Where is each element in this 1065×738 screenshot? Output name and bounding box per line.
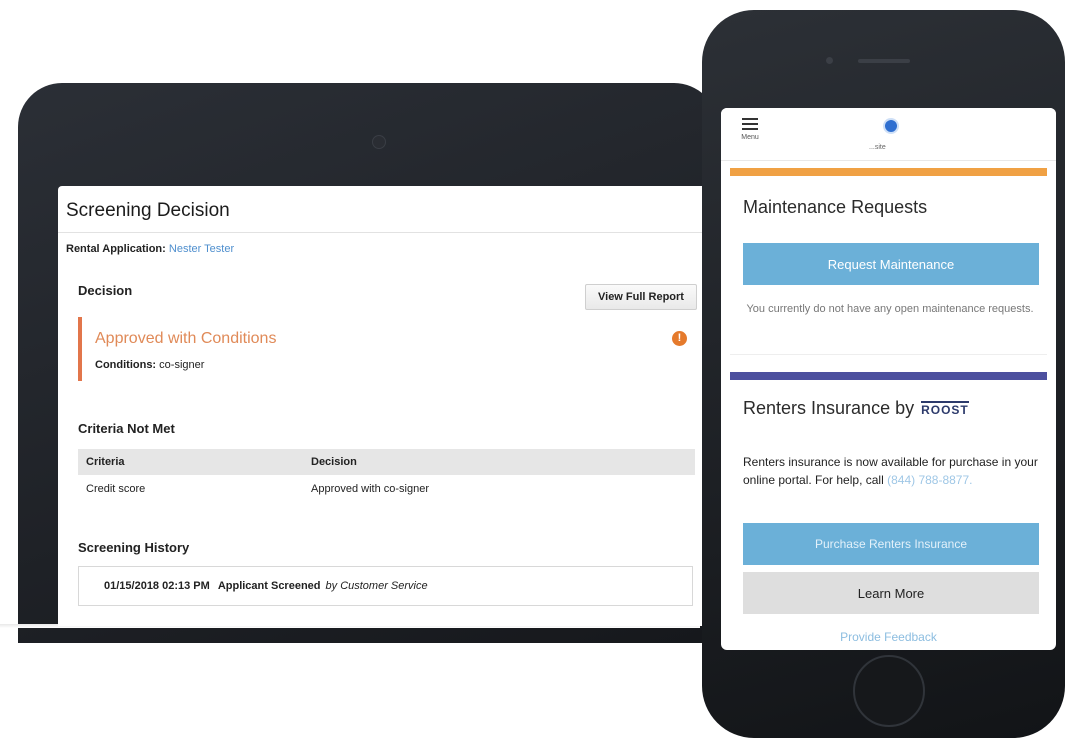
title-divider: [58, 232, 708, 233]
decision-card: Approved with Conditions Conditions: co-…: [78, 317, 692, 381]
tablet-screen: Screening Decision Rental Application: N…: [58, 186, 708, 626]
rental-application-label: Rental Application:: [66, 243, 166, 255]
conditions-line: Conditions: co-signer: [95, 359, 204, 371]
criteria-header-row: Criteria Decision: [78, 449, 695, 475]
menu-button[interactable]: Menu: [733, 116, 767, 152]
maintenance-accent-bar: [730, 168, 1047, 176]
history-action: Applicant Screened: [217, 580, 321, 592]
criteria-cell: Credit score: [86, 483, 146, 495]
menu-label: Menu: [741, 134, 759, 141]
hamburger-icon: [742, 118, 758, 133]
decision-cell: Approved with co-signer: [311, 483, 430, 495]
conditions-value: co-signer: [159, 359, 205, 371]
history-actor: by Customer Service: [325, 580, 428, 592]
phone-number-link[interactable]: (844) 788-8877.: [887, 473, 972, 487]
tablet-camera: [372, 135, 386, 149]
maintenance-title: Maintenance Requests: [743, 197, 928, 217]
provide-feedback-link[interactable]: Provide Feedback: [721, 630, 1056, 644]
app-header: Menu ...site: [721, 108, 1056, 160]
decision-heading: Decision: [78, 283, 133, 298]
insurance-title-text: Renters Insurance by: [743, 398, 915, 418]
phone-speaker: [858, 59, 910, 63]
rental-application-line: Rental Application: Nester Tester: [66, 243, 234, 255]
column-header-criteria: Criteria: [86, 456, 125, 468]
criteria-heading: Criteria Not Met: [78, 421, 175, 436]
history-entry: 01/15/2018 02:13 PM Applicant Screened b…: [78, 566, 693, 606]
table-row: Credit score Approved with co-signer: [78, 475, 695, 503]
warning-icon: !: [672, 331, 687, 346]
home-button[interactable]: [853, 655, 925, 727]
history-timestamp: 01/15/2018 02:13 PM: [104, 580, 210, 592]
decision-status: Approved with Conditions: [95, 330, 277, 347]
history-heading: Screening History: [78, 540, 190, 555]
applicant-link[interactable]: Nester Tester: [169, 243, 234, 255]
roost-logo: ROOST: [921, 401, 969, 417]
phone-screen: Menu ...site Maintenance Requests Reques…: [721, 108, 1056, 650]
header-divider: [721, 160, 1056, 161]
conditions-label: Conditions:: [95, 359, 157, 371]
request-maintenance-button[interactable]: Request Maintenance: [743, 243, 1039, 285]
learn-more-button[interactable]: Learn More: [743, 572, 1039, 614]
criteria-table: Criteria Decision Credit score Approved …: [78, 449, 695, 503]
insurance-title: Renters Insurance by ROOST: [743, 398, 969, 419]
column-header-decision: Decision: [311, 456, 357, 468]
insurance-accent-bar: [730, 372, 1047, 380]
purchase-insurance-button[interactable]: Purchase Renters Insurance: [743, 523, 1039, 565]
view-full-report-button[interactable]: View Full Report: [585, 284, 697, 310]
card-divider: [730, 354, 1047, 355]
maintenance-empty-note: You currently do not have any open maint…: [746, 303, 1034, 315]
insurance-description: Renters insurance is now available for p…: [743, 453, 1043, 489]
app-logo-icon: [883, 118, 899, 134]
logo-text: ...site: [869, 144, 886, 151]
page-title: Screening Decision: [66, 200, 230, 221]
phone-camera: [826, 57, 833, 64]
phone-device: Menu ...site Maintenance Requests Reques…: [702, 10, 1065, 738]
